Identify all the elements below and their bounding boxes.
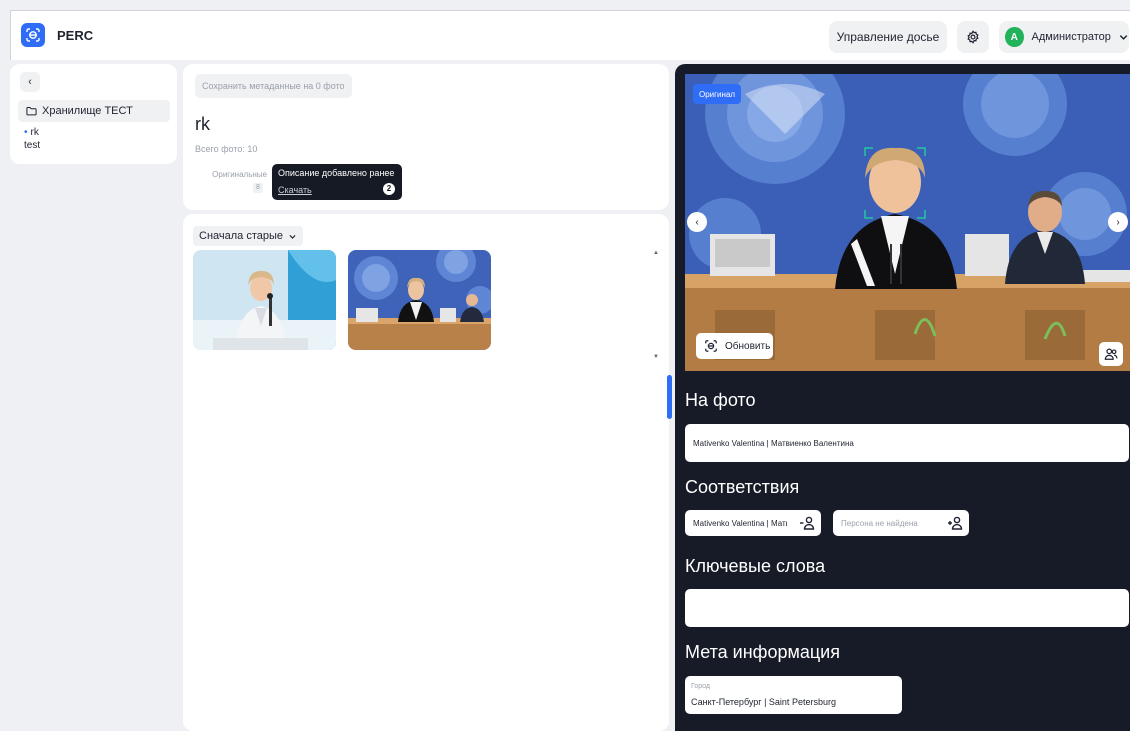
user-remove-icon xyxy=(800,516,815,530)
sort-label: Сначала старые xyxy=(199,230,284,242)
panel-resize-handle[interactable] xyxy=(667,375,672,419)
chevron-down-icon xyxy=(1119,35,1128,40)
photo-details-panel: Оригинал ‹ › Обновить На фото Mativenko … xyxy=(675,64,1130,731)
on-photo-title: На фото xyxy=(685,390,756,410)
scroll-down-arrow[interactable]: ▼ xyxy=(653,354,659,360)
download-link[interactable]: Скачать xyxy=(278,185,312,195)
face-scan-icon xyxy=(705,340,717,352)
collapse-sidebar-button[interactable]: ‹ xyxy=(20,72,40,92)
original-badge: Оригинал xyxy=(693,84,742,104)
matches-title: Соответствия xyxy=(685,477,800,497)
main-photo: Оригинал ‹ › Обновить xyxy=(685,74,1130,371)
city-field[interactable]: Город Санкт-Петербург | Saint Petersburg xyxy=(685,676,902,714)
tooltip-count-badge: 2 xyxy=(383,183,395,195)
filter-original[interactable]: Оригинальные xyxy=(183,168,267,182)
sidebar-item-storage[interactable]: Хранилище ТЕСТ xyxy=(18,100,170,122)
dossier-management-button[interactable]: Управление досье xyxy=(829,21,947,53)
active-dot: • xyxy=(24,127,28,138)
avatar: A xyxy=(1005,27,1024,47)
photo-grid-card: Сначала старые ▲ ▼ xyxy=(183,214,669,731)
prev-photo-button[interactable]: ‹ xyxy=(687,212,707,232)
match-label: Mativenko Valentina | Матвиенко Валентин… xyxy=(693,518,787,528)
total-photos: Всего фото: 10 xyxy=(195,144,258,154)
faces-toggle-button[interactable] xyxy=(1099,342,1123,366)
sort-dropdown[interactable]: Сначала старые xyxy=(193,226,304,246)
match-label: Персона не найдена xyxy=(841,518,918,528)
chevron-down-icon xyxy=(289,234,296,239)
tooltip-title: Описание добавлено ранее xyxy=(278,168,395,178)
scroll-up-arrow[interactable]: ▲ xyxy=(653,250,659,256)
description-tooltip: Описание добавлено ранее Скачать 2 xyxy=(272,164,402,200)
sidebar-item-label: test xyxy=(24,140,41,151)
keywords-title: Ключевые слова xyxy=(685,556,826,576)
match-item[interactable]: Персона не найдена xyxy=(833,510,969,536)
refresh-label: Обновить xyxy=(725,340,771,352)
folder-icon xyxy=(26,107,37,116)
album-title: rk xyxy=(195,114,210,134)
city-label: Город xyxy=(691,683,710,690)
original-count-badge: 8 xyxy=(253,183,263,193)
user-add-icon xyxy=(948,516,963,530)
next-photo-button[interactable]: › xyxy=(1108,212,1128,232)
sidebar-item-test[interactable]: test xyxy=(24,140,40,151)
save-metadata-button[interactable]: Сохранить метаданные на 0 фото xyxy=(195,74,352,98)
on-photo-field[interactable]: Mativenko Valentina | Матвиенко Валентин… xyxy=(685,424,1129,462)
photo-thumbnail[interactable] xyxy=(193,250,336,350)
sidebar-item-rk[interactable]: • rk xyxy=(24,127,39,138)
sidebar: ‹ Хранилище ТЕСТ • rk test xyxy=(10,64,177,164)
city-value: Санкт-Петербург | Saint Petersburg xyxy=(691,697,836,707)
users-icon xyxy=(1104,348,1118,360)
refresh-button[interactable]: Обновить xyxy=(696,333,773,359)
keywords-field[interactable] xyxy=(685,589,1129,627)
user-menu-button[interactable]: A Администратор xyxy=(999,21,1129,53)
album-info-card: Сохранить метаданные на 0 фото rk Всего … xyxy=(183,64,669,210)
logo-icon[interactable] xyxy=(21,23,45,47)
gear-icon xyxy=(967,30,979,44)
top-bar: PERC Управление досье A Администратор xyxy=(10,10,1130,60)
storage-label: Хранилище ТЕСТ xyxy=(42,105,133,117)
sidebar-item-label: rk xyxy=(30,127,39,138)
match-item[interactable]: Mativenko Valentina | Матвиенко Валентин… xyxy=(685,510,821,536)
settings-button[interactable] xyxy=(957,21,989,53)
meta-info-title: Мета информация xyxy=(685,642,840,662)
photo-thumbnail[interactable] xyxy=(348,250,491,350)
user-name: Администратор xyxy=(1031,31,1111,43)
brand-name: PERC xyxy=(57,28,94,43)
